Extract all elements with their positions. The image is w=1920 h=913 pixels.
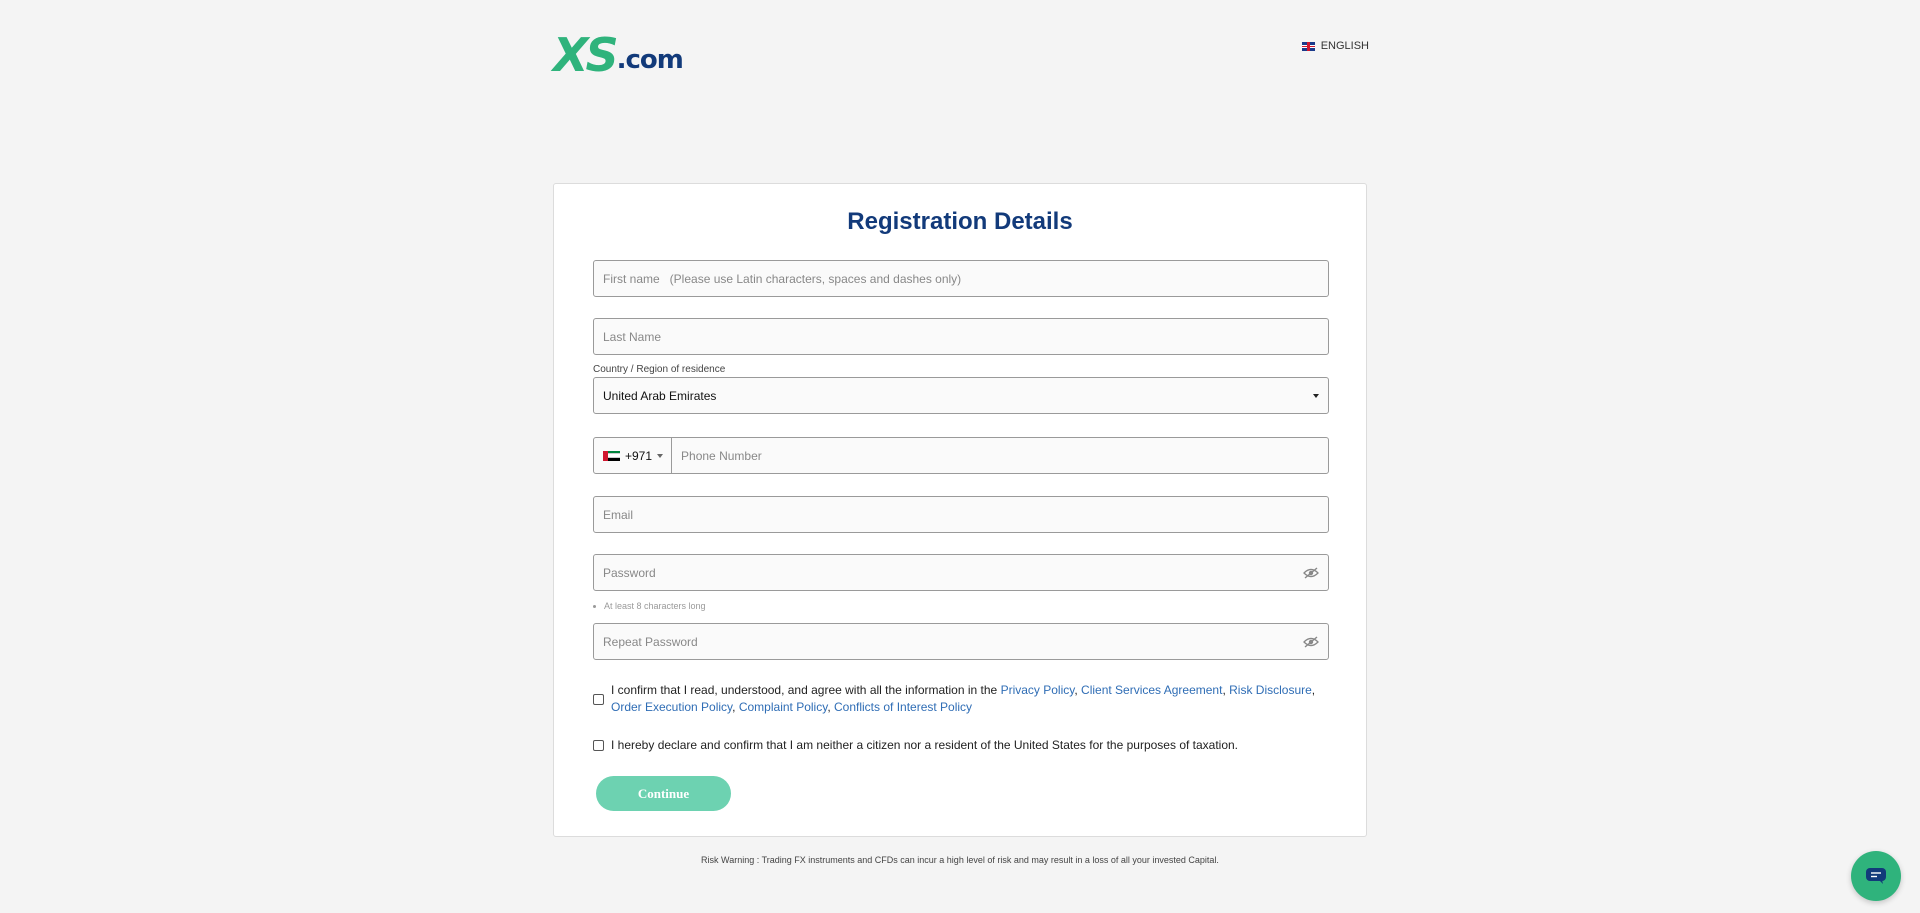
country-value: United Arab Emirates: [603, 388, 717, 403]
country-label: Country / Region of residence: [593, 364, 726, 375]
privacy-policy-link[interactable]: Privacy Policy: [1001, 683, 1075, 697]
last-name-field[interactable]: [593, 318, 1329, 355]
eye-slash-icon[interactable]: [1303, 635, 1319, 648]
chat-button[interactable]: [1851, 851, 1901, 901]
logo-xs-text: XS: [553, 28, 619, 82]
language-selector[interactable]: ENGLISH: [1301, 40, 1369, 52]
registration-card: Registration Details Country / Region of…: [553, 183, 1367, 837]
continue-button[interactable]: Continue: [596, 776, 731, 811]
uae-flag-icon: [603, 450, 620, 461]
bullet-icon: [593, 604, 596, 608]
us-declaration-text: I hereby declare and confirm that I am n…: [611, 738, 1239, 752]
repeat-password-input[interactable]: [603, 634, 1303, 649]
xs-logo[interactable]: XS .com: [553, 28, 684, 82]
eye-slash-icon[interactable]: [1303, 566, 1319, 579]
terms-text-prefix: I confirm that I read, understood, and a…: [611, 683, 1001, 697]
chevron-down-icon: [657, 453, 664, 458]
password-hint-text: At least 8 characters long: [604, 601, 706, 611]
password-field[interactable]: [593, 554, 1329, 591]
repeat-password-field[interactable]: [593, 623, 1329, 660]
risk-warning: Risk Warning : Trading FX instruments an…: [701, 855, 1219, 865]
phone-input[interactable]: [681, 448, 1319, 463]
country-select[interactable]: United Arab Emirates: [593, 377, 1329, 414]
uk-flag-icon: [1301, 41, 1315, 51]
email-field[interactable]: [593, 496, 1329, 533]
phone-country-code-select[interactable]: +971: [603, 438, 673, 473]
last-name-input[interactable]: [603, 329, 1319, 344]
terms-agreement-row: I confirm that I read, understood, and a…: [593, 682, 1333, 716]
password-hint: At least 8 characters long: [593, 601, 706, 611]
language-label: ENGLISH: [1320, 40, 1369, 52]
order-execution-policy-link[interactable]: Order Execution Policy: [611, 700, 732, 714]
password-input[interactable]: [603, 565, 1303, 580]
terms-checkbox[interactable]: [593, 693, 604, 705]
email-input[interactable]: [603, 507, 1319, 522]
chat-bubble-icon: [1866, 868, 1886, 884]
page-title: Registration Details: [847, 208, 1073, 235]
first-name-input[interactable]: [603, 271, 1319, 286]
us-declaration-checkbox[interactable]: [593, 740, 604, 751]
complaint-policy-link[interactable]: Complaint Policy: [739, 700, 827, 714]
phone-code-value: +971: [625, 448, 653, 463]
phone-field[interactable]: +971: [593, 437, 1329, 474]
conflicts-of-interest-policy-link[interactable]: Conflicts of Interest Policy: [834, 700, 972, 714]
terms-text: I confirm that I read, understood, and a…: [611, 683, 1316, 714]
header: XS .com ENGLISH: [553, 28, 1369, 82]
chevron-down-icon: [1313, 393, 1319, 398]
client-services-agreement-link[interactable]: Client Services Agreement: [1081, 683, 1222, 697]
first-name-field[interactable]: [593, 260, 1329, 297]
logo-com-text: .com: [616, 45, 684, 75]
us-declaration-row: I hereby declare and confirm that I am n…: [593, 737, 1333, 754]
risk-disclosure-link[interactable]: Risk Disclosure: [1229, 683, 1312, 697]
